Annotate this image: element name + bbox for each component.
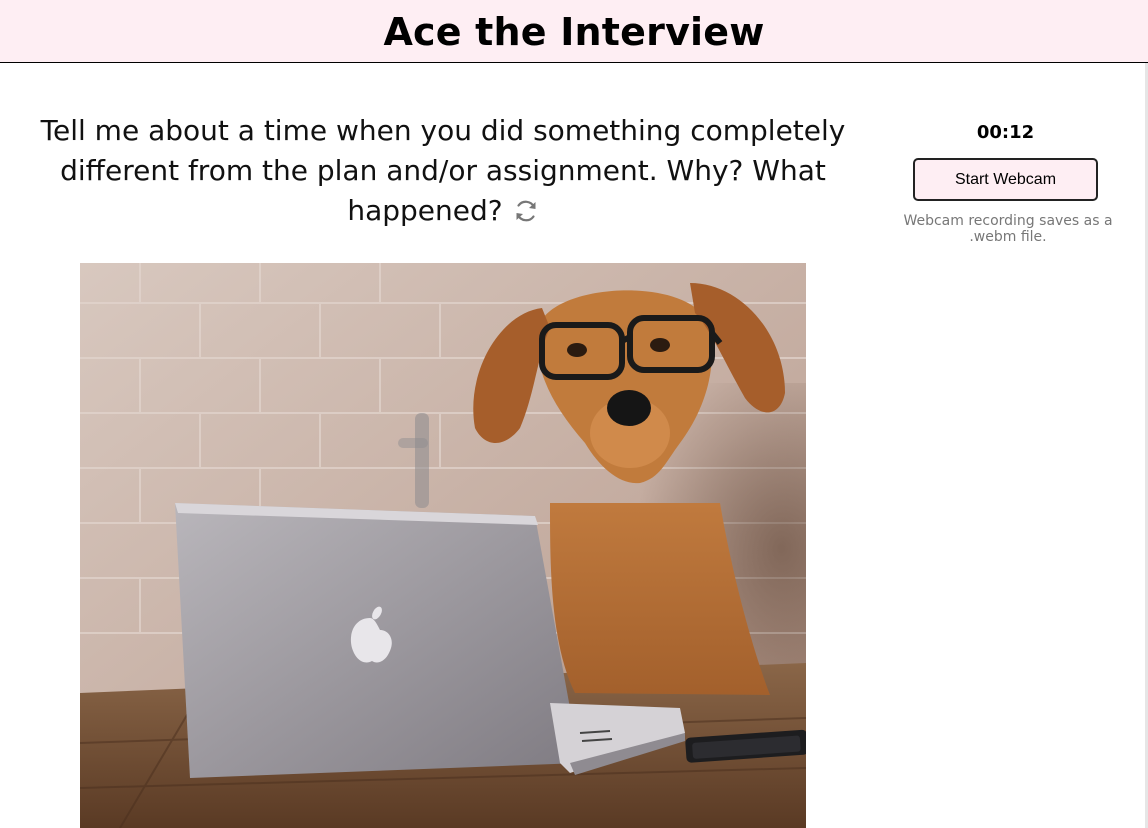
webcam-hint-text: Webcam recording saves as a .webm file. [903, 213, 1113, 245]
start-webcam-button[interactable]: Start Webcam [913, 158, 1098, 201]
page-title: Ace the Interview [383, 10, 765, 54]
recording-timer: 00:12 [976, 122, 1035, 143]
refresh-icon[interactable] [513, 195, 539, 235]
question-text: Tell me about a time when you did someth… [40, 114, 846, 227]
app-header: Ace the Interview [0, 0, 1148, 63]
interview-question: Tell me about a time when you did someth… [40, 111, 846, 235]
dog-laptop-image [80, 263, 806, 828]
